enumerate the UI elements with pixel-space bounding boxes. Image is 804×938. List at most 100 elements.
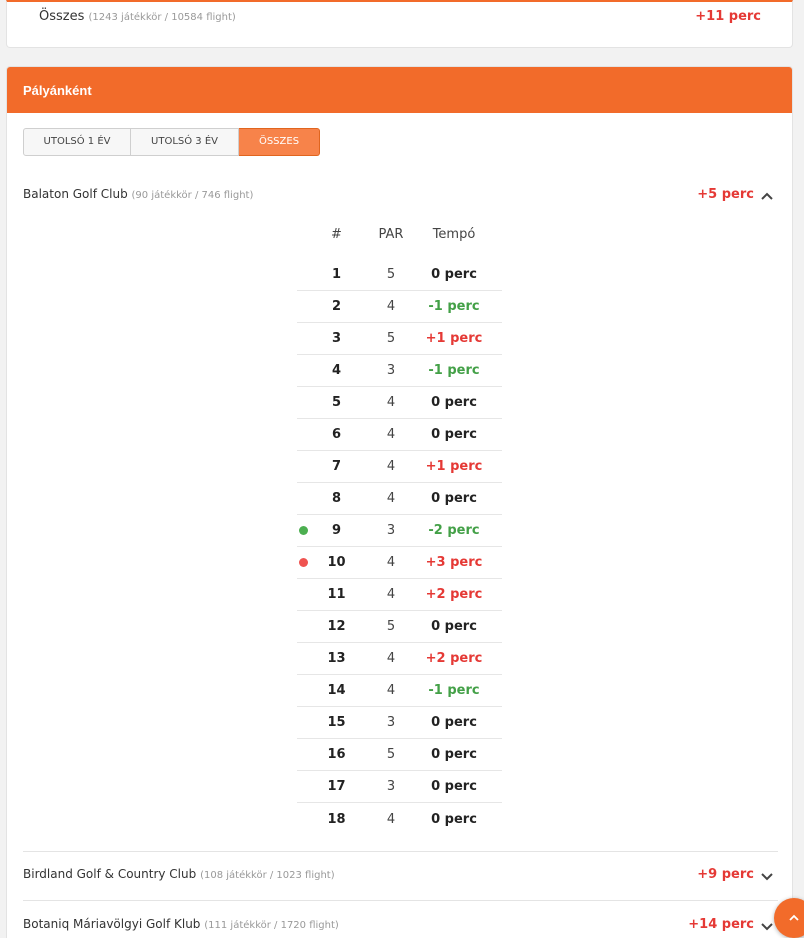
hole-number: 9 <box>331 523 342 538</box>
hole-tempo: 0 perc <box>431 811 477 827</box>
hole-par: 5 <box>386 331 396 346</box>
hole-tempo: +3 perc <box>425 555 483 570</box>
hole-tempo: 0 perc <box>431 427 477 442</box>
hole-tempo: +2 perc <box>425 651 483 666</box>
club-row-birdland[interactable]: Birdland Golf & Country Club (108 játékk… <box>23 867 778 891</box>
hole-par: 4 <box>386 651 396 666</box>
club-detail: (90 játékkör / 746 flight) <box>131 190 254 201</box>
hole-number: 6 <box>331 427 342 442</box>
hole-number: 8 <box>331 491 342 506</box>
hole-number: 14 <box>327 683 346 698</box>
hole-tempo: 0 perc <box>431 779 477 794</box>
summary-label: Összes (1243 játékkör / 10584 flight) <box>39 9 236 24</box>
hole-tempo: 0 perc <box>431 491 477 506</box>
table-row: 1 5 0 perc <box>297 259 502 291</box>
header-hole-number: # <box>331 227 342 242</box>
holes-table-header: # PAR Tempó <box>297 227 502 259</box>
hole-par: 4 <box>386 427 396 442</box>
table-row: 3 5 +1 perc <box>297 323 502 355</box>
hole-par: 3 <box>386 363 396 378</box>
summary-card: Összes (1243 játékkör / 10584 flight) +1… <box>6 0 793 48</box>
hole-number: 1 <box>331 267 342 282</box>
hole-number: 4 <box>331 363 342 378</box>
table-row: 16 5 0 perc <box>297 739 502 771</box>
table-row: 8 4 0 perc <box>297 483 502 515</box>
hole-tempo: +1 perc <box>425 459 483 474</box>
club-name: Botaniq Máriavölgyi Golf Klub (111 játék… <box>23 917 339 931</box>
hole-number: 5 <box>331 395 342 410</box>
hole-tempo: -1 perc <box>428 363 480 378</box>
club-tempo: +9 perc <box>697 867 754 882</box>
table-row: 15 3 0 perc <box>297 707 502 739</box>
club-row-balaton[interactable]: Balaton Golf Club (90 játékkör / 746 fli… <box>23 187 778 211</box>
hole-number: 17 <box>327 779 346 794</box>
club-tempo: +5 perc <box>697 187 754 202</box>
best-hole-indicator <box>299 526 308 535</box>
table-row: 2 4 -1 perc <box>297 291 502 323</box>
hole-par: 3 <box>386 779 396 794</box>
hole-number: 2 <box>331 299 342 314</box>
table-row: 18 4 0 perc <box>297 803 502 835</box>
table-row: 11 4 +2 perc <box>297 579 502 611</box>
hole-par: 3 <box>386 523 396 538</box>
hole-tempo: 0 perc <box>431 747 477 762</box>
hole-tempo: -1 perc <box>428 299 480 314</box>
hole-number: 3 <box>331 331 342 346</box>
panel-title: Pályánként <box>7 67 792 113</box>
worst-hole-indicator <box>299 558 308 567</box>
hole-tempo: -1 perc <box>428 683 480 698</box>
hole-number: 16 <box>327 747 346 762</box>
tab-all[interactable]: ÖSSZES <box>239 128 320 156</box>
club-tempo: +14 perc <box>688 917 754 932</box>
hole-tempo: 0 perc <box>431 267 477 282</box>
hole-number: 12 <box>327 619 346 634</box>
holes-table-body: 150 perc 2 4 -1 perc 3 5 +1 perc 4 3 -1 perc 5 4 0 p… <box>297 259 502 835</box>
header-tempo: Tempó <box>432 227 476 242</box>
summary-detail: (1243 játékkör / 10584 flight) <box>88 12 236 23</box>
hole-tempo: -2 perc <box>428 523 480 538</box>
club-name: Birdland Golf & Country Club (108 játékk… <box>23 867 335 881</box>
by-course-panel: Pályánként UTOLSÓ 1 ÉV UTOLSÓ 3 ÉV ÖSSZE… <box>6 66 793 938</box>
hole-par: 4 <box>386 459 396 474</box>
holes-table: # PAR Tempó 150 perc 2 4 -1 perc 3 5 +1 perc 4 3… <box>297 227 502 835</box>
hole-tempo: 0 perc <box>431 395 477 410</box>
table-row: 7 4 +1 perc <box>297 451 502 483</box>
period-tabs: UTOLSÓ 1 ÉV UTOLSÓ 3 ÉV ÖSSZES <box>23 128 320 156</box>
hole-par: 5 <box>386 267 396 282</box>
divider <box>23 851 778 852</box>
club-name: Balaton Golf Club (90 játékkör / 746 fli… <box>23 187 254 201</box>
hole-number: 7 <box>331 459 342 474</box>
hole-par: 4 <box>386 395 396 410</box>
club-detail: (111 játékkör / 1720 flight) <box>204 920 339 931</box>
table-row: 12 5 0 perc <box>297 611 502 643</box>
tab-last-1-year[interactable]: UTOLSÓ 1 ÉV <box>23 128 131 156</box>
club-row-botaniq[interactable]: Botaniq Máriavölgyi Golf Klub (111 játék… <box>23 917 778 938</box>
chevron-down-icon[interactable] <box>760 869 774 883</box>
hole-par: 3 <box>386 715 396 730</box>
table-row: 5 4 0 perc <box>297 387 502 419</box>
hole-number: 13 <box>327 651 346 666</box>
hole-number: 15 <box>327 715 346 730</box>
chevron-up-icon[interactable] <box>760 189 774 203</box>
hole-tempo: +2 perc <box>425 587 483 602</box>
hole-par: 4 <box>386 299 396 314</box>
hole-par: 4 <box>386 555 396 570</box>
hole-number: 11 <box>327 587 346 602</box>
table-row: 10 4 +3 perc <box>297 547 502 579</box>
divider <box>23 900 778 901</box>
hole-par: 4 <box>386 587 396 602</box>
summary-tempo: +11 perc <box>695 9 761 24</box>
hole-par: 5 <box>386 747 396 762</box>
table-row: 17 3 0 perc <box>297 771 502 803</box>
hole-tempo: 0 perc <box>431 715 477 730</box>
hole-number: 18 <box>327 811 346 827</box>
hole-par: 4 <box>386 683 396 698</box>
chevron-down-icon[interactable] <box>760 919 774 933</box>
hole-par: 4 <box>386 491 396 506</box>
table-row: 6 4 0 perc <box>297 419 502 451</box>
header-par: PAR <box>378 227 404 242</box>
table-row: 13 4 +2 perc <box>297 643 502 675</box>
tab-last-3-years[interactable]: UTOLSÓ 3 ÉV <box>131 128 239 156</box>
arrow-up-icon <box>789 914 799 921</box>
club-detail: (108 játékkör / 1023 flight) <box>200 870 335 881</box>
